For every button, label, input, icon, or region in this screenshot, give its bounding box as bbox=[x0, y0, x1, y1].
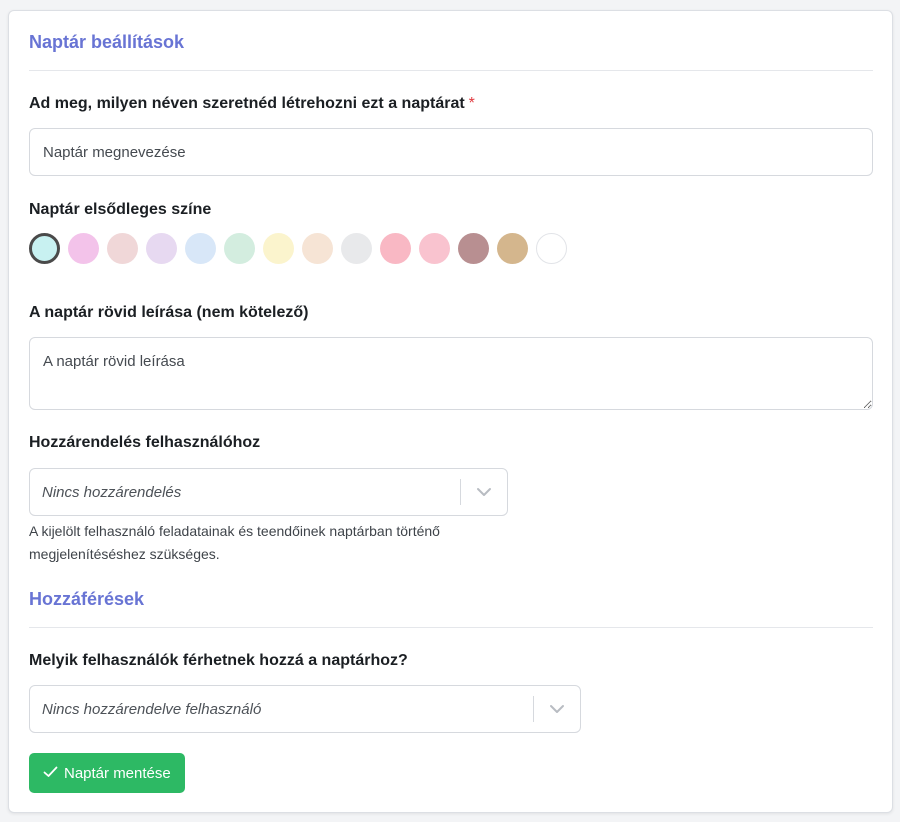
chevron-down-icon[interactable] bbox=[461, 469, 507, 515]
assign-user-select[interactable]: Nincs hozzárendelés bbox=[29, 468, 508, 516]
name-label: Ad meg, milyen néven szeretnéd létrehozn… bbox=[29, 95, 475, 113]
color-swatch[interactable] bbox=[29, 233, 60, 264]
divider bbox=[29, 627, 873, 628]
section-title-access: Hozzáférések bbox=[29, 589, 145, 609]
color-swatch[interactable] bbox=[224, 233, 255, 264]
color-swatch[interactable] bbox=[458, 233, 489, 264]
color-swatch[interactable] bbox=[497, 233, 528, 264]
access-users-select[interactable]: Nincs hozzárendelve felhasználó bbox=[29, 685, 581, 733]
color-swatch[interactable] bbox=[263, 233, 294, 264]
color-swatch[interactable] bbox=[107, 233, 138, 264]
color-swatch[interactable] bbox=[536, 233, 567, 264]
save-button-label: Naptár mentése bbox=[64, 764, 171, 782]
save-calendar-button[interactable]: Naptár mentése bbox=[29, 753, 185, 793]
check-icon bbox=[43, 765, 58, 782]
description-label: A naptár rövid leírása (nem kötelező) bbox=[29, 304, 309, 321]
access-users-select-value: Nincs hozzárendelve felhasználó bbox=[42, 700, 262, 718]
color-swatch[interactable] bbox=[185, 233, 216, 264]
assign-help-text: A kijelölt felhasználó feladatainak és t… bbox=[29, 523, 440, 562]
calendar-settings-card: Naptár beállítások Ad meg, milyen néven … bbox=[8, 10, 893, 813]
color-swatch[interactable] bbox=[419, 233, 450, 264]
assign-label: Hozzárendelés felhasználóhoz bbox=[29, 434, 261, 451]
section-title-settings: Naptár beállítások bbox=[29, 32, 185, 52]
color-swatch[interactable] bbox=[68, 233, 99, 264]
color-label: Naptár elsődleges színe bbox=[29, 201, 212, 218]
required-mark: * bbox=[468, 95, 475, 112]
description-textarea[interactable] bbox=[29, 337, 873, 410]
color-swatch[interactable] bbox=[380, 233, 411, 264]
name-label-text: Ad meg, milyen néven szeretnéd létrehozn… bbox=[29, 95, 465, 112]
access-users-label: Melyik felhasználók férhetnek hozzá a na… bbox=[29, 652, 408, 669]
chevron-down-icon[interactable] bbox=[534, 686, 580, 732]
calendar-name-input[interactable] bbox=[29, 128, 873, 176]
divider bbox=[29, 70, 873, 71]
color-swatches bbox=[29, 233, 567, 264]
color-swatch[interactable] bbox=[341, 233, 372, 264]
color-swatch[interactable] bbox=[302, 233, 333, 264]
assign-user-select-value: Nincs hozzárendelés bbox=[42, 483, 182, 501]
color-swatch[interactable] bbox=[146, 233, 177, 264]
